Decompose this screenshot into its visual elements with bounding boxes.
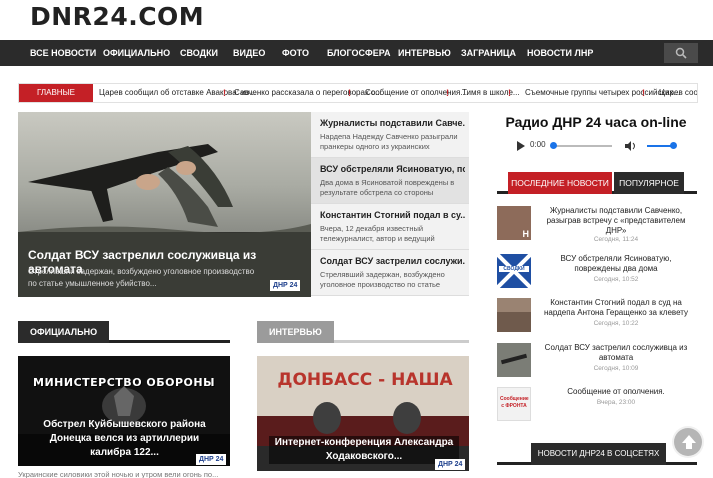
article-thumbnail[interactable]: [497, 298, 531, 332]
list-item-desc: Вчера, 12 декабря известный тележурналис…: [320, 224, 435, 243]
recent-article-date: Сегодня, 10:22: [593, 320, 639, 327]
ticker-item[interactable]: Съемочные группы четырех российских...: [525, 84, 680, 102]
audio-player: 0:00: [510, 139, 685, 153]
list-item[interactable]: Солдат ВСУ застрелил сослуживца из автом…: [497, 343, 697, 383]
hero-description: Стрелявший задержан, возбуждено уголовно…: [28, 267, 255, 288]
list-item-desc: Нардепа Надежду Савченко разыграли пранк…: [320, 132, 458, 151]
social-section-label[interactable]: НОВОСТИ ДНР24 В СОЦСЕТЯХ: [531, 443, 666, 465]
nav-item-interview[interactable]: ИНТЕРВЬЮ: [398, 40, 451, 66]
recent-article-date: Вчера, 23:00: [596, 399, 636, 406]
list-item[interactable]: СВОДКИ ВСУ обстреляли Ясиноватую, повреж…: [497, 254, 697, 294]
recent-article-title[interactable]: Сообщение от ополчения.: [541, 387, 691, 397]
ticker-item[interactable]: Сообщение от ополчения...: [365, 84, 467, 102]
thumbnail-label: СВОДКИ: [499, 266, 529, 272]
recent-article-date: Сегодня, 10:09: [593, 365, 639, 372]
recent-article-date: Сегодня, 11:24: [593, 236, 639, 243]
scroll-to-top-button[interactable]: [672, 426, 704, 458]
recent-article-title[interactable]: ВСУ обстреляли Ясиноватую, повреждены дв…: [541, 254, 691, 274]
thumbnail-label: Сообщение с ФРОНТА: [500, 396, 529, 409]
recent-article-title[interactable]: Журналисты подставили Савченко, разыграв…: [541, 206, 691, 236]
breaking-news-ticker: ГЛАВНЫЕ НОВОСТИ Царев сообщил об отставк…: [18, 83, 698, 103]
official-section-header: ОФИЦИАЛЬНО: [18, 321, 230, 343]
radio-title: Радио ДНР 24 часа on-line: [505, 114, 687, 130]
list-item-title[interactable]: ВСУ обстреляли Ясиноватую, по...: [320, 164, 465, 174]
nav-item-blogosphere[interactable]: БЛОГОСФЕРА: [327, 40, 390, 66]
ministry-banner: МИНИСТЕРСТВО ОБОРОНЫ: [33, 376, 215, 389]
ticker-item[interactable]: Царев сооб: [659, 84, 697, 102]
list-item-desc: Два дома в Ясиноватой повреждены в резул…: [320, 178, 455, 197]
ticker-item[interactable]: Савченко рассказала о переговорах с...: [234, 84, 382, 102]
dnr-logo: ДНР 24: [196, 454, 227, 465]
article-thumbnail[interactable]: СВОДКИ: [497, 254, 531, 288]
official-section-label[interactable]: ОФИЦИАЛЬНО: [18, 321, 110, 343]
thumbnail-shape: [500, 353, 528, 365]
tab-popular[interactable]: ПОПУЛЯРНОЕ: [614, 172, 684, 194]
tab-recent[interactable]: ПОСЛЕДНИЕ НОВОСТИ: [508, 172, 612, 194]
ticker-label: ГЛАВНЫЕ НОВОСТИ: [19, 84, 93, 102]
official-article-title[interactable]: Обстрел Куйбышевского района Донецка вел…: [32, 418, 217, 460]
nav-item-reports[interactable]: СВОДКИ: [180, 40, 218, 66]
list-item[interactable]: Сообщение с ФРОНТА Сообщение от ополчени…: [497, 387, 697, 427]
list-item[interactable]: Солдат ВСУ застрелил сослужи... Стрелявш…: [311, 250, 469, 296]
site-logo[interactable]: DNR24.COM: [30, 2, 204, 31]
list-item[interactable]: Журналисты подставили Савче... Нардепа Н…: [311, 112, 469, 158]
interview-article-title[interactable]: Интернет-конференция Александра Ходаковс…: [269, 436, 459, 464]
nav-item-photo[interactable]: ФОТО: [282, 40, 309, 66]
social-section-header: НОВОСТИ ДНР24 В СОЦСЕТЯХ: [497, 443, 697, 465]
nav-item-lnr-news[interactable]: НОВОСТИ ЛНР: [527, 40, 593, 66]
volume-slider[interactable]: [647, 145, 672, 147]
hero-article[interactable]: Солдат ВСУ застрелил сослуживца из автом…: [18, 112, 311, 297]
list-item-desc: Стрелявший задержан, возбуждено уголовно…: [320, 270, 445, 289]
official-article[interactable]: МИНИСТЕРСТВО ОБОРОНЫ Обстрел Куйбышевско…: [18, 356, 230, 466]
featured-side-list: Журналисты подставили Савче... Нардепа Н…: [311, 112, 469, 297]
news-tabs: ПОСЛЕДНИЕ НОВОСТИ ПОПУЛЯРНОЕ: [497, 172, 697, 194]
list-item[interactable]: ВСУ обстреляли Ясиноватую, по... Два дом…: [311, 158, 469, 204]
dnr-logo: ДНР 24: [270, 280, 301, 291]
ticker-marker: !: [223, 88, 226, 98]
article-thumbnail[interactable]: [497, 343, 531, 377]
ticker-marker: !: [446, 88, 449, 98]
interview-section-header: ИНТЕРВЬЮ: [257, 321, 469, 343]
donbass-banner: ДОНБАСС - НАША: [277, 370, 453, 390]
search-button[interactable]: [664, 43, 698, 63]
nav-item-video[interactable]: ВИДЕО: [233, 40, 265, 66]
search-icon: [675, 47, 687, 59]
thumbnail-letter: Н: [522, 229, 530, 239]
dnr-logo: ДНР 24: [435, 459, 466, 470]
ticker-marker: !: [348, 88, 351, 98]
volume-icon[interactable]: [625, 141, 637, 151]
nav-item-abroad[interactable]: ЗАГРАНИЦА: [461, 40, 516, 66]
thumbnail-shape: [497, 312, 531, 332]
play-icon[interactable]: [516, 141, 526, 151]
article-thumbnail[interactable]: Сообщение с ФРОНТА: [497, 387, 531, 421]
interview-section-label[interactable]: ИНТЕРВЬЮ: [257, 321, 334, 343]
seek-handle[interactable]: [550, 142, 557, 149]
ticker-item[interactable]: Царев сообщил об отставке Авакова: из...: [99, 84, 256, 102]
volume-handle[interactable]: [670, 142, 677, 149]
list-item[interactable]: Константин Стогний подал в су... Вчера, …: [311, 204, 469, 250]
main-navbar: ВСЕ НОВОСТИ ОФИЦИАЛЬНО СВОДКИ ВИДЕО ФОТО…: [0, 40, 713, 66]
article-thumbnail[interactable]: Н: [497, 206, 531, 240]
list-item-title[interactable]: Журналисты подставили Савче...: [320, 118, 465, 128]
recent-article-title[interactable]: Константин Стогний подал в суд на нардеп…: [541, 298, 691, 318]
nav-item-official[interactable]: ОФИЦИАЛЬНО: [103, 40, 170, 66]
arrow-up-icon: [682, 435, 696, 449]
list-item[interactable]: Константин Стогний подал в суд на нардеп…: [497, 298, 697, 338]
recent-article-title[interactable]: Солдат ВСУ застрелил сослуживца из автом…: [541, 343, 691, 363]
list-item[interactable]: Н Журналисты подставили Савченко, разыгр…: [497, 206, 697, 246]
article-preview-text: Украинские силовики этой ночью и утром в…: [18, 470, 219, 478]
list-item-title[interactable]: Константин Стогний подал в су...: [320, 210, 465, 220]
recent-article-date: Сегодня, 10:52: [593, 276, 639, 283]
ticker-marker: !: [642, 88, 645, 98]
list-item-title[interactable]: Солдат ВСУ застрелил сослужи...: [320, 256, 465, 266]
ticker-marker: !: [508, 88, 511, 98]
nav-item-all-news[interactable]: ВСЕ НОВОСТИ: [30, 40, 96, 66]
interview-article[interactable]: ДОНБАСС - НАША Интернет-конференция Алек…: [257, 356, 469, 471]
player-time: 0:00: [530, 140, 546, 149]
seek-bar[interactable]: [552, 145, 612, 147]
